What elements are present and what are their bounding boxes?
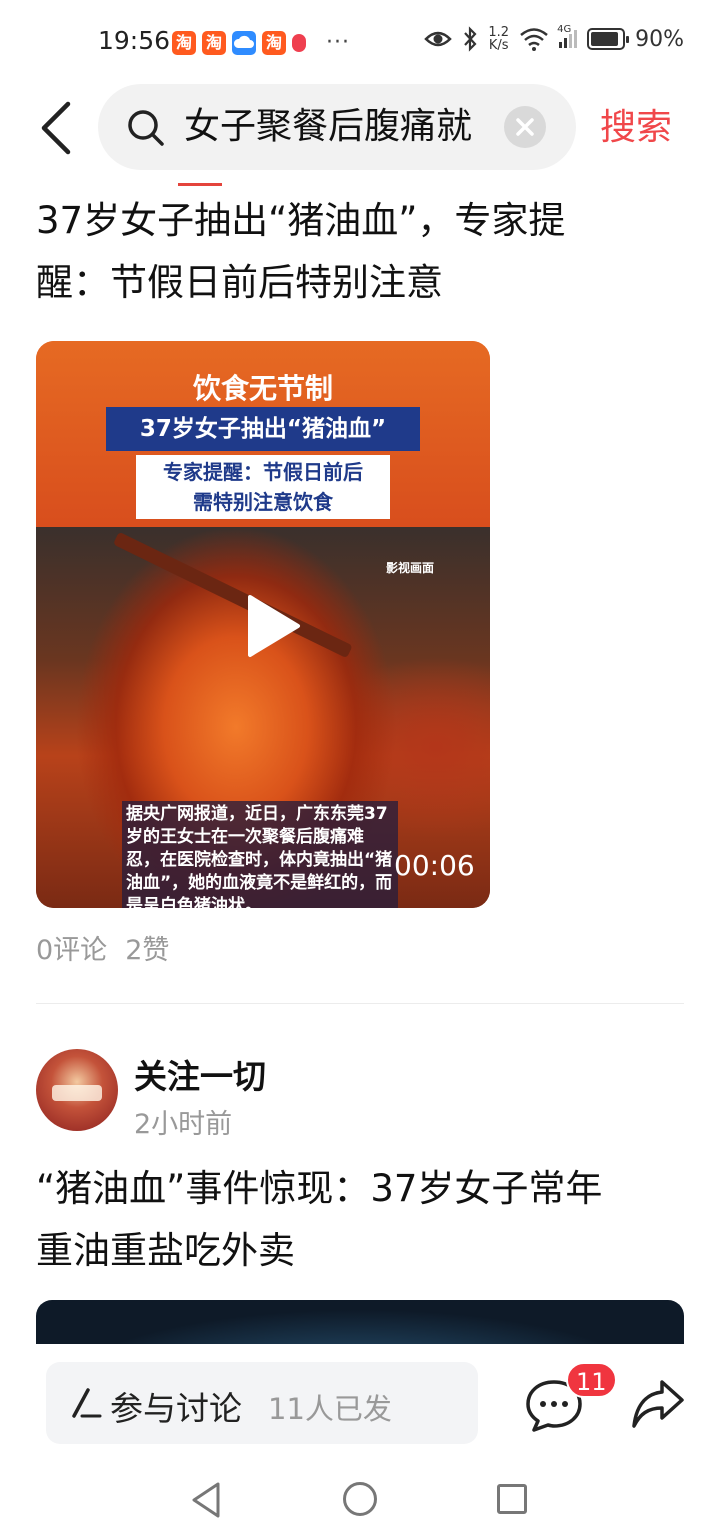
discuss-input[interactable]: 参与讨论 11人已发 (46, 1362, 478, 1444)
tab-indicator (178, 183, 222, 186)
more-notifications-icon: ··· (326, 30, 350, 55)
comment-count: 0评论 (36, 935, 108, 966)
share-icon (632, 1380, 684, 1428)
chevron-left-icon (41, 101, 71, 155)
clear-search-button[interactable] (504, 106, 546, 148)
article-stats: 0评论 2赞 (36, 928, 169, 967)
taobao-app-icon: 淘 (172, 30, 196, 55)
cloud-icon (232, 30, 256, 55)
nav-back-icon[interactable] (188, 1480, 224, 1520)
search-button[interactable]: 搜索 (600, 98, 672, 150)
network-speed: 1.2 K/s (488, 25, 510, 53)
post-time: 2小时前 (134, 1109, 233, 1140)
article-title[interactable]: “猪油血”事件惊现：37岁女子常年 重油重盐吃外卖 (36, 1158, 684, 1282)
video-banner: 37岁女子抽出“猪油血” (106, 407, 420, 451)
video-duration: 00:06 (394, 849, 475, 882)
play-icon[interactable] (236, 591, 306, 661)
video-thumbnail[interactable]: 饮食无节制 37岁女子抽出“猪油血” 专家提醒：节假日前后 需特别注意饮食 影视… (36, 341, 490, 908)
search-box[interactable]: 女子聚餐后腹痛就 (98, 84, 576, 170)
system-nav-bar (0, 1460, 720, 1540)
status-system-icons: 1.2 K/s 4G 90% (424, 24, 684, 53)
avatar[interactable] (36, 1049, 118, 1131)
status-bar: 19:56 淘 淘 淘 ··· 1.2 K/s 4G 90% (0, 0, 720, 84)
status-time: 19:56 (98, 26, 171, 55)
battery-icon (587, 28, 630, 50)
search-icon (128, 110, 164, 146)
battery-percent: 90% (635, 26, 684, 52)
comment-count-badge: 11 (566, 1362, 617, 1398)
bluetooth-icon (464, 26, 477, 52)
author-name[interactable]: 关注一切 (134, 1050, 266, 1098)
video-headline: 饮食无节制 (192, 372, 333, 405)
search-input[interactable]: 女子聚餐后腹痛就 (184, 104, 484, 150)
status-notification-icons: 淘 淘 淘 ··· (172, 30, 350, 55)
close-icon (516, 118, 534, 136)
signal-icon: 4G (557, 24, 578, 48)
article-title[interactable]: 37岁女子抽出“猪油血”，专家提 醒：节假日前后特别注意 (36, 190, 684, 314)
video-subtitle-box: 专家提醒：节假日前后 需特别注意饮食 (136, 455, 390, 519)
pen-icon (72, 1388, 102, 1418)
discuss-count: 11人已发 (268, 1392, 392, 1426)
like-count: 2赞 (125, 935, 170, 966)
divider (36, 1003, 684, 1004)
nav-home-icon[interactable] (343, 1482, 377, 1516)
taobao-app-icon: 淘 (202, 30, 226, 55)
eye-icon (424, 31, 453, 47)
back-button[interactable] (36, 98, 80, 158)
nav-recents-icon[interactable] (497, 1484, 527, 1514)
video-caption: 据央广网报道，近日，广东东莞37岁的王女士在一次聚餐后腹痛难忍，在医院检查时，体… (122, 801, 398, 908)
video-watermark: 影视画面 (386, 561, 435, 575)
wifi-icon (520, 28, 548, 51)
discuss-label: 参与讨论 (110, 1389, 242, 1428)
share-button[interactable] (630, 1378, 686, 1430)
red-app-icon (292, 31, 310, 55)
taobao-app-icon: 淘 (262, 30, 286, 55)
